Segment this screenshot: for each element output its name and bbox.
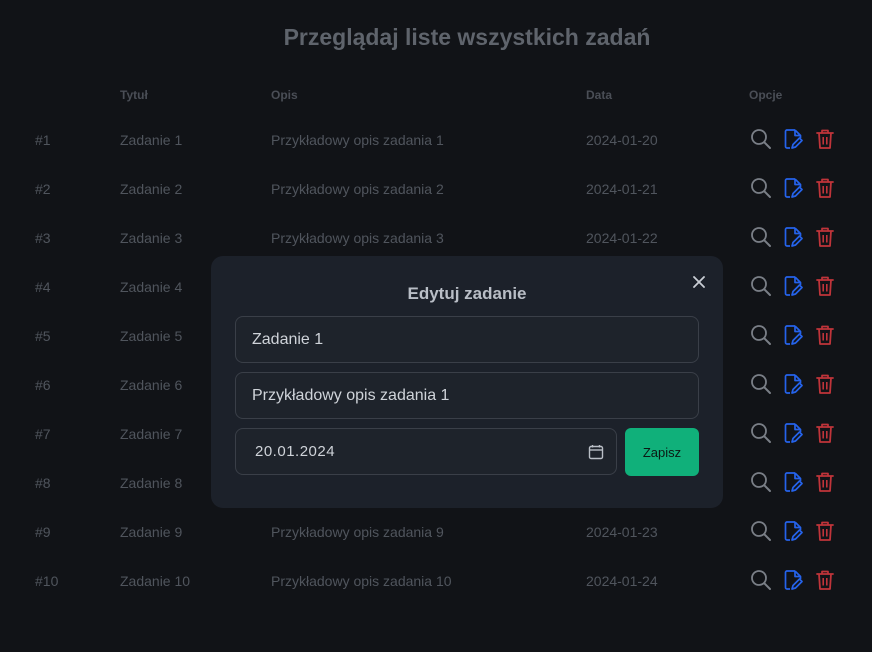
modal-title: Edytuj zadanie: [407, 284, 527, 303]
calendar-icon[interactable]: [587, 443, 605, 461]
save-button[interactable]: Zapisz: [625, 428, 699, 476]
task-title-input[interactable]: [235, 316, 699, 363]
edit-task-modal: Edytuj zadanie 20.01.2024 Zapisz: [211, 256, 723, 508]
task-description-input[interactable]: [235, 372, 699, 419]
date-value: 20.01.2024: [255, 443, 336, 460]
task-list-page: Przeglądaj liste wszystkich zadań Tytuł …: [0, 0, 872, 652]
task-date-input[interactable]: 20.01.2024: [235, 428, 617, 475]
